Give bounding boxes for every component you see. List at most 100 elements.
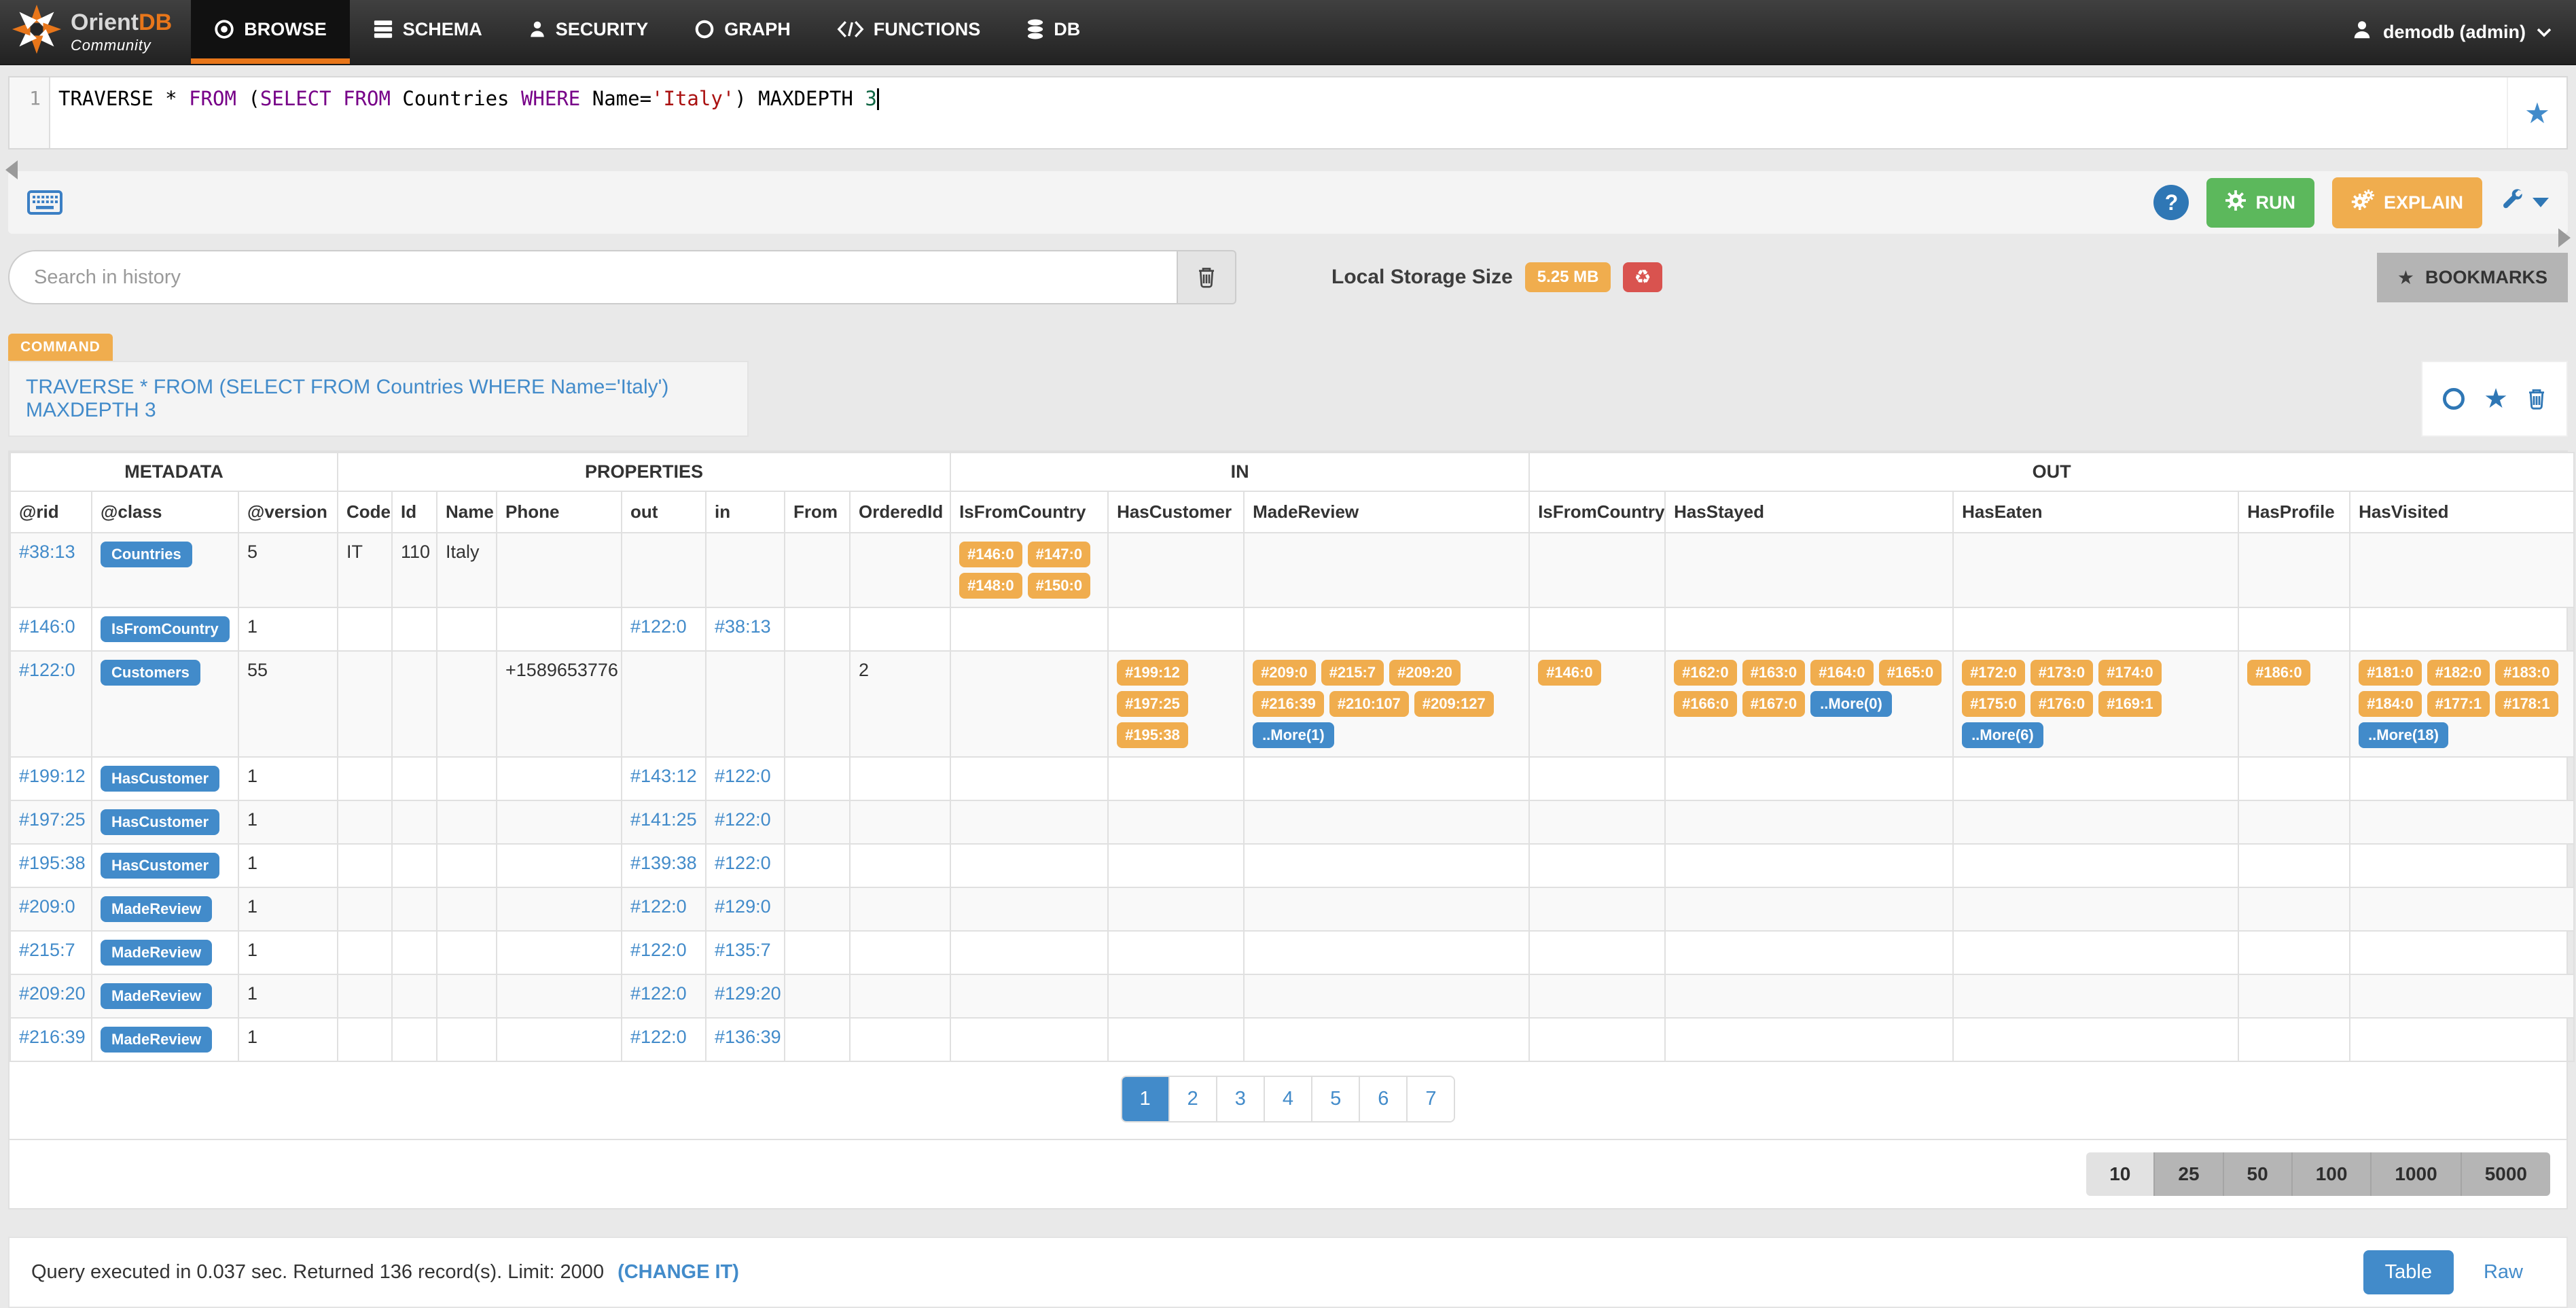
rid-link[interactable]: #129:0 <box>715 896 771 917</box>
rid-badge[interactable]: #178:1 <box>2495 691 2558 717</box>
rid-link[interactable]: #122:0 <box>630 616 687 637</box>
class-badge[interactable]: HasCustomer <box>101 853 219 879</box>
rid-badge[interactable]: #183:0 <box>2495 660 2558 686</box>
rid-link[interactable]: #197:25 <box>19 809 86 830</box>
rid-badge[interactable]: #163:0 <box>1742 660 1806 686</box>
column-header-class[interactable]: @class <box>92 491 238 533</box>
rid-link[interactable]: #38:13 <box>19 542 75 562</box>
rid-badge[interactable]: #209:127 <box>1414 691 1494 717</box>
clear-history-button[interactable] <box>1177 250 1236 304</box>
rid-link[interactable]: #38:13 <box>715 616 771 637</box>
rid-link[interactable]: #129:20 <box>715 983 781 1004</box>
class-badge[interactable]: MadeReview <box>101 983 212 1009</box>
page-button-7[interactable]: 7 <box>1406 1077 1454 1121</box>
rid-link[interactable]: #122:0 <box>19 660 75 680</box>
nav-item-schema[interactable]: SCHEMA <box>350 0 505 64</box>
class-badge[interactable]: HasCustomer <box>101 766 219 792</box>
rid-badge[interactable]: #146:0 <box>959 542 1022 567</box>
class-badge[interactable]: MadeReview <box>101 1027 212 1053</box>
rid-badge[interactable]: #165:0 <box>1879 660 1942 686</box>
page-button-3[interactable]: 3 <box>1216 1077 1264 1121</box>
bookmark-query-button[interactable]: ★ <box>2507 77 2566 148</box>
search-history-input[interactable] <box>8 250 1177 304</box>
rid-badge[interactable]: #184:0 <box>2359 691 2422 717</box>
rid-badge[interactable]: #215:7 <box>1321 660 1384 686</box>
rid-badge[interactable]: #216:39 <box>1253 691 1324 717</box>
column-header-name[interactable]: Name <box>437 491 497 533</box>
class-badge[interactable]: IsFromCountry <box>101 616 230 642</box>
explain-button[interactable]: EXPLAIN <box>2332 177 2482 228</box>
rid-badge[interactable]: #169:1 <box>2098 691 2162 717</box>
run-button[interactable]: RUN <box>2206 178 2314 228</box>
class-badge[interactable]: HasCustomer <box>101 809 219 835</box>
column-header-hasstayed[interactable]: HasStayed <box>1665 491 1953 533</box>
rid-badge[interactable]: #195:38 <box>1117 722 1188 748</box>
help-icon[interactable]: ? <box>2153 185 2189 220</box>
column-header-code[interactable]: Code <box>338 491 392 533</box>
more-badge[interactable]: ..More(0) <box>1810 691 1892 717</box>
page-size-10[interactable]: 10 <box>2086 1152 2155 1196</box>
page-button-5[interactable]: 5 <box>1311 1077 1359 1121</box>
rid-link[interactable]: #122:0 <box>630 1027 687 1047</box>
page-button-4[interactable]: 4 <box>1264 1077 1311 1121</box>
query-editor[interactable]: 1 TRAVERSE * FROM (SELECT FROM Countries… <box>8 76 2568 149</box>
rid-link[interactable]: #143:12 <box>630 766 697 786</box>
class-badge[interactable]: Countries <box>101 542 192 567</box>
rid-badge[interactable]: #177:1 <box>2427 691 2490 717</box>
query-settings-dropdown[interactable] <box>2500 188 2549 217</box>
bookmarks-button[interactable]: ★ BOOKMARKS <box>2377 253 2568 302</box>
class-badge[interactable]: MadeReview <box>101 896 212 922</box>
rid-badge[interactable]: #175:0 <box>1962 691 2025 717</box>
delete-command-icon[interactable] <box>2526 387 2547 410</box>
column-header-in[interactable]: in <box>706 491 785 533</box>
rid-link[interactable]: #122:0 <box>630 940 687 960</box>
rid-link[interactable]: #209:0 <box>19 896 75 917</box>
nav-item-functions[interactable]: FUNCTIONS <box>814 0 1004 64</box>
column-header-phone[interactable]: Phone <box>497 491 622 533</box>
rid-link[interactable]: #216:39 <box>19 1027 86 1047</box>
page-size-50[interactable]: 50 <box>2224 1152 2293 1196</box>
rid-badge[interactable]: #182:0 <box>2427 660 2490 686</box>
clear-storage-button[interactable]: ♻ <box>1623 262 1662 292</box>
more-badge[interactable]: ..More(18) <box>2359 722 2448 748</box>
rid-badge[interactable]: #147:0 <box>1028 542 1091 567</box>
rid-badge[interactable]: #167:0 <box>1742 691 1806 717</box>
class-badge[interactable]: Customers <box>101 660 200 686</box>
column-header-id[interactable]: Id <box>392 491 437 533</box>
column-header-madereview[interactable]: MadeReview <box>1244 491 1529 533</box>
rid-link[interactable]: #141:25 <box>630 809 697 830</box>
view-table-button[interactable]: Table <box>2363 1250 2454 1294</box>
column-header-hasvisited[interactable]: HasVisited <box>2350 491 2574 533</box>
page-size-5000[interactable]: 5000 <box>2462 1152 2550 1196</box>
orientdb-logo[interactable]: OrientDB Community <box>0 0 191 64</box>
view-raw-button[interactable]: Raw <box>2462 1250 2545 1294</box>
keyboard-shortcuts-icon[interactable] <box>27 190 62 215</box>
page-size-100[interactable]: 100 <box>2293 1152 2372 1196</box>
column-header-hasprofile[interactable]: HasProfile <box>2238 491 2350 533</box>
page-button-6[interactable]: 6 <box>1359 1077 1406 1121</box>
rid-badge[interactable]: #199:12 <box>1117 660 1188 686</box>
more-badge[interactable]: ..More(6) <box>1962 722 2043 748</box>
rid-badge[interactable]: #150:0 <box>1028 573 1091 599</box>
rid-badge[interactable]: #174:0 <box>2098 660 2162 686</box>
page-size-25[interactable]: 25 <box>2155 1152 2223 1196</box>
more-badge[interactable]: ..More(1) <box>1253 722 1334 748</box>
rid-link[interactable]: #135:7 <box>715 940 771 960</box>
collapse-right-handle-icon[interactable] <box>2558 228 2571 247</box>
rid-link[interactable]: #195:38 <box>19 853 86 873</box>
column-header-version[interactable]: @version <box>238 491 338 533</box>
rid-link[interactable]: #209:20 <box>19 983 86 1004</box>
rid-link[interactable]: #122:0 <box>630 983 687 1004</box>
user-menu[interactable]: demodb (admin) <box>2327 0 2576 64</box>
rid-badge[interactable]: #197:25 <box>1117 691 1188 717</box>
rid-badge[interactable]: #146:0 <box>1538 660 1601 686</box>
class-badge[interactable]: MadeReview <box>101 940 212 966</box>
rerun-command-icon[interactable] <box>2441 387 2466 411</box>
rid-link[interactable]: #122:0 <box>715 766 771 786</box>
nav-item-security[interactable]: SECURITY <box>505 0 672 64</box>
change-limit-link[interactable]: (CHANGE IT) <box>618 1261 739 1284</box>
column-header-orderedid[interactable]: OrderedId <box>850 491 950 533</box>
nav-item-db[interactable]: DB <box>1003 0 1103 64</box>
rid-link[interactable]: #122:0 <box>630 896 687 917</box>
rid-link[interactable]: #122:0 <box>715 809 771 830</box>
